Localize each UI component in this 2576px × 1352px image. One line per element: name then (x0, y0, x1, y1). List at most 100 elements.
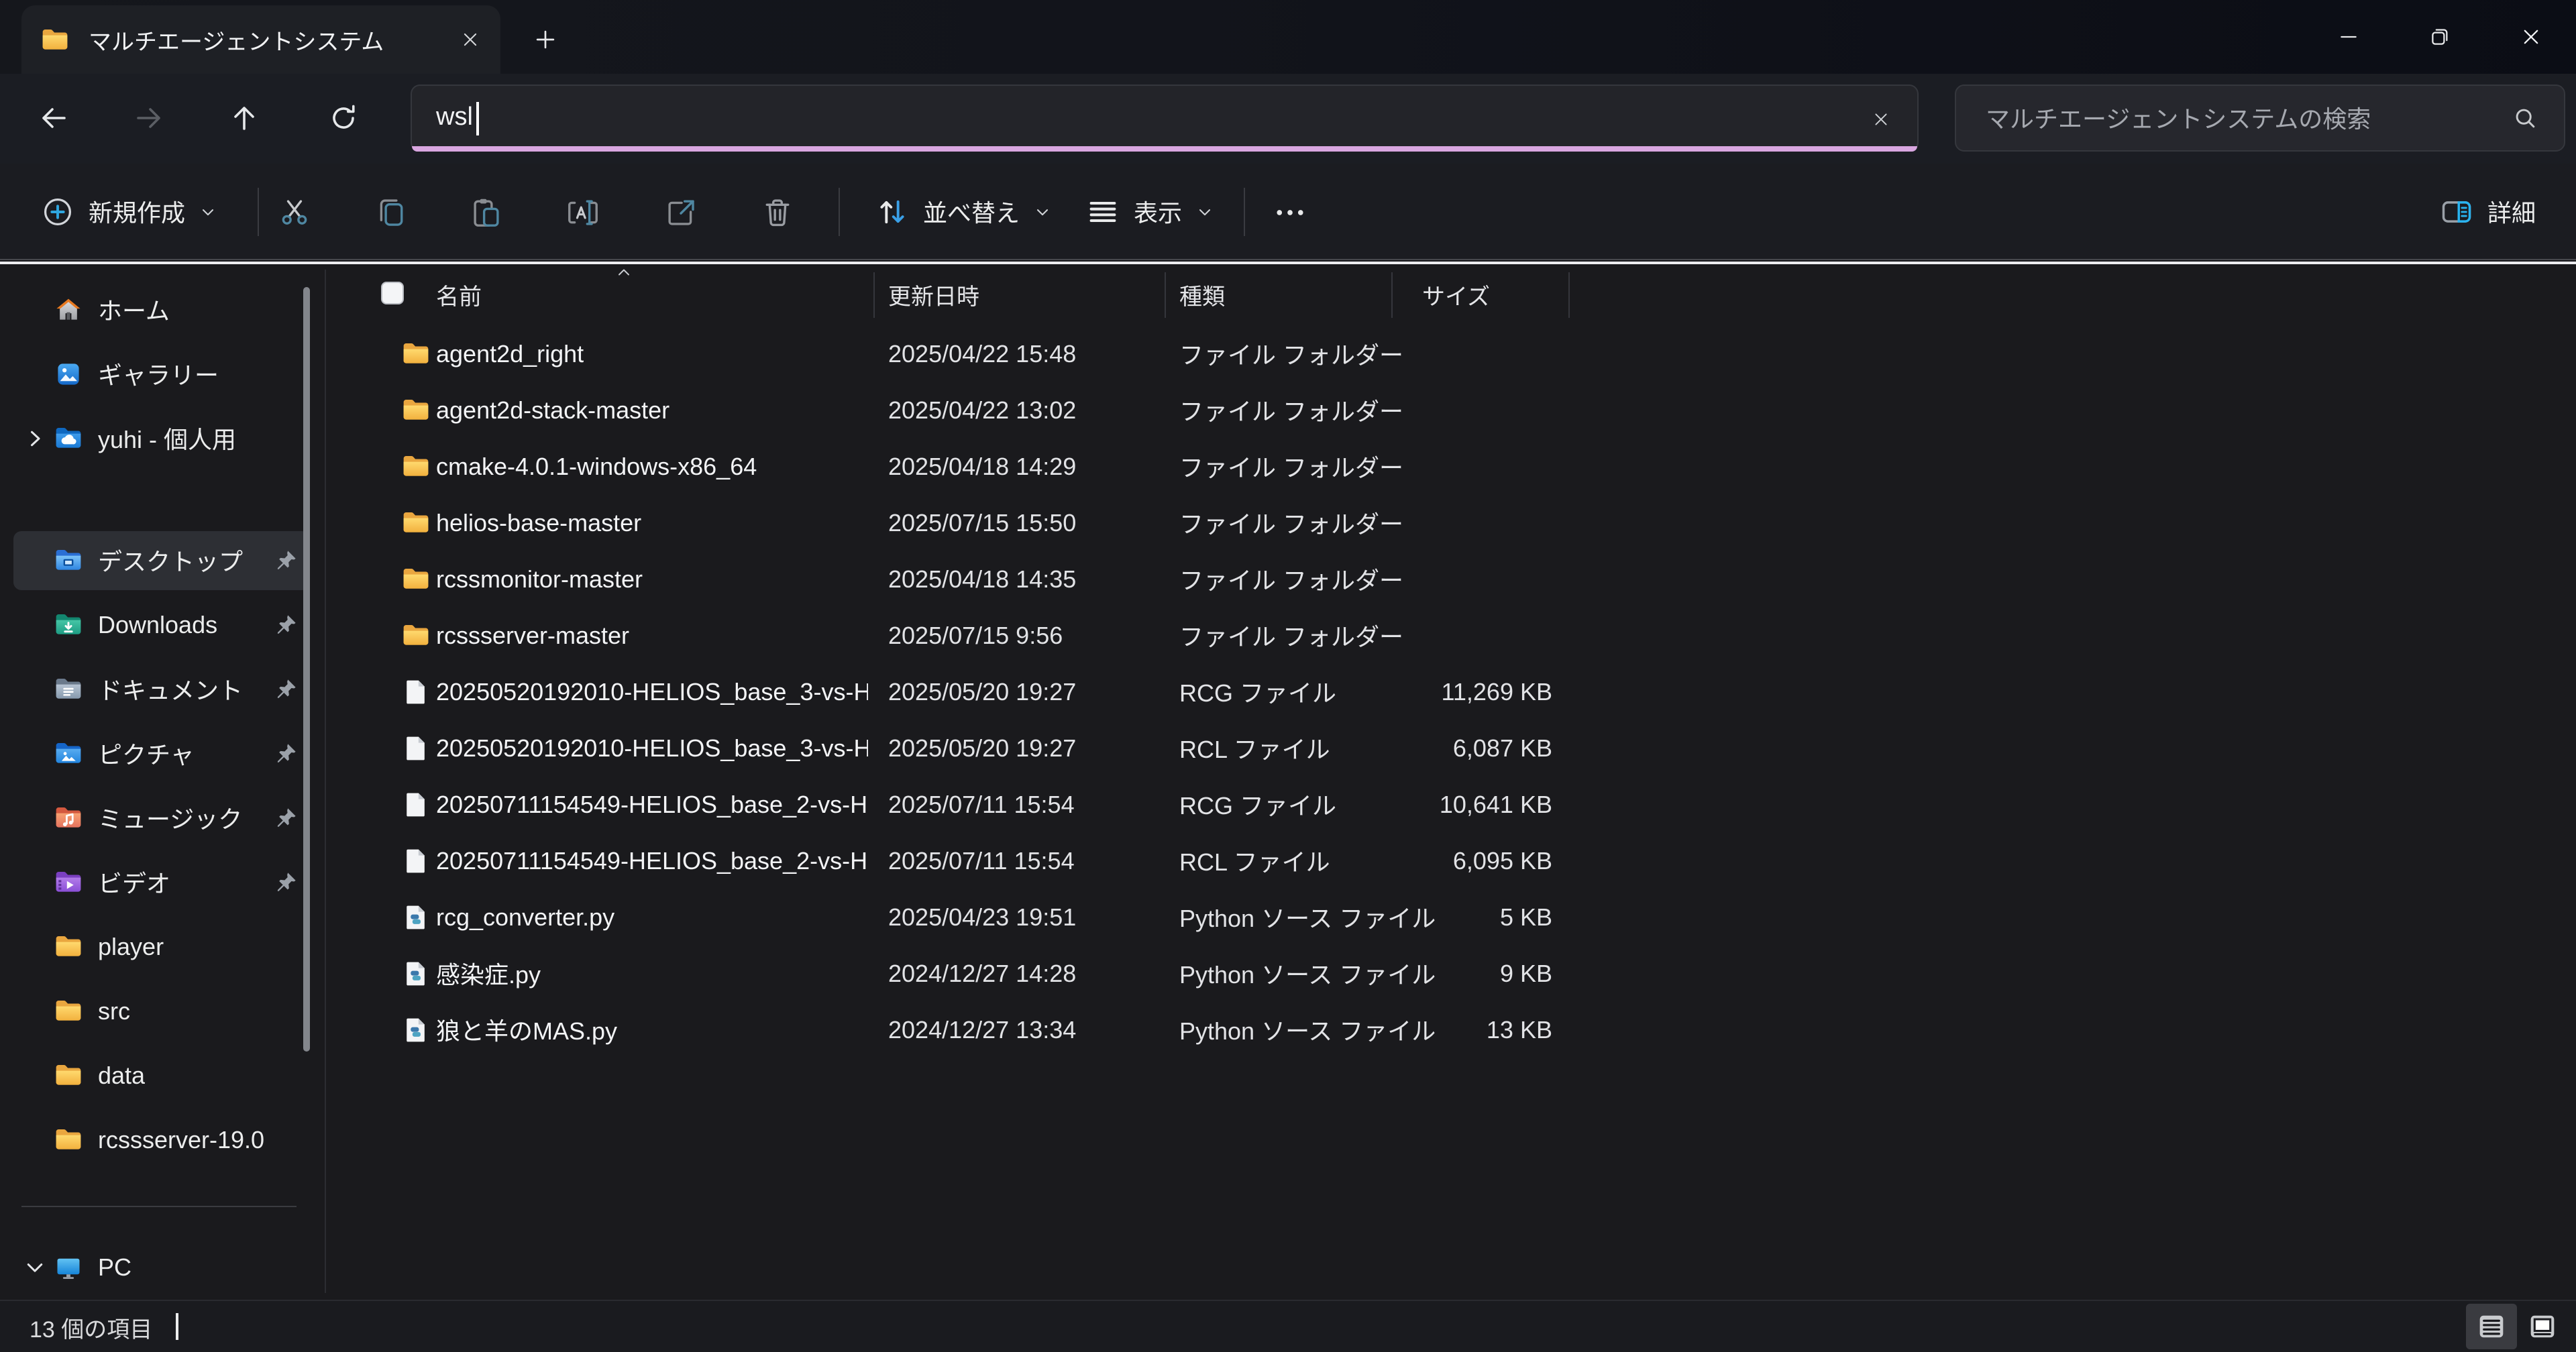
table-row[interactable]: 20250520192010-HELIOS_base_3-vs-H...2025… (329, 664, 2576, 720)
sidebar-item-onedrive-yuhi[interactable]: yuhi - 個人用 (13, 409, 310, 468)
refresh-button[interactable] (317, 91, 370, 145)
folder-icon (401, 339, 431, 369)
sidebar-item-label: ギャラリー (98, 345, 219, 404)
file-size (1348, 551, 1552, 608)
close-button[interactable] (2485, 0, 2576, 74)
sidebar-item-label: player (98, 917, 164, 976)
table-row[interactable]: rcg_converter.py2025/04/23 19:51Python ソ… (329, 889, 2576, 946)
new-button[interactable]: 新規作成 (21, 180, 236, 244)
table-row[interactable]: 20250520192010-HELIOS_base_3-vs-H...2025… (329, 720, 2576, 777)
forward-button[interactable] (122, 91, 176, 145)
sidebar-item-desktop[interactable]: デスクトップ (13, 531, 310, 590)
column-header-size[interactable]: サイズ (1422, 266, 1490, 322)
table-row[interactable]: agent2d-stack-master2025/04/22 13:02ファイル… (329, 382, 2576, 439)
file-size: 9 KB (1348, 946, 1552, 1002)
table-row[interactable]: 狼と羊のMAS.py2024/12/27 13:34Python ソース ファイ… (329, 1002, 2576, 1058)
cut-button[interactable] (263, 180, 325, 244)
content-area: ホームギャラリーyuhi - 個人用 デスクトップ Downloadsドキュメント… (0, 262, 2576, 1301)
explorer-tab[interactable]: マルチエージェントシステム (21, 5, 500, 74)
sidebar-item-src[interactable]: src (13, 982, 310, 1041)
view-button-label: 表示 (1134, 194, 1182, 229)
file-name: rcssmonitor-master (436, 551, 643, 608)
thumbnail-view-toggle[interactable] (2518, 1304, 2567, 1349)
copy-button[interactable] (360, 180, 421, 244)
rename-button[interactable] (551, 180, 613, 244)
sidebar-nav: ホームギャラリーyuhi - 個人用 デスクトップ Downloadsドキュメント… (0, 262, 329, 1301)
pin-icon (272, 547, 299, 574)
sidebar-item-gallery[interactable]: ギャラリー (13, 345, 310, 404)
file-date: 2024/12/27 14:28 (888, 946, 1076, 1002)
sidebar-item-downloads[interactable]: Downloads (13, 596, 310, 655)
chevron-right-icon[interactable] (23, 427, 47, 451)
column-header-date[interactable]: 更新日時 (888, 266, 979, 322)
file-size: 5 KB (1348, 889, 1552, 946)
delete-button[interactable] (746, 180, 808, 244)
toolbar-divider (1244, 188, 1245, 236)
file-date: 2025/04/22 15:48 (888, 326, 1076, 382)
list-view-icon (2474, 1309, 2509, 1344)
file-date: 2025/04/22 13:02 (888, 382, 1076, 439)
sidebar-item-pc[interactable]: PC (13, 1238, 310, 1297)
file-rows: agent2d_right2025/04/22 15:48ファイル フォルダーa… (329, 326, 2576, 1058)
sidebar-item-videos[interactable]: ビデオ (13, 853, 310, 912)
table-row[interactable]: cmake-4.0.1-windows-x86_642025/04/18 14:… (329, 439, 2576, 495)
column-separator[interactable] (1391, 272, 1393, 318)
column-header-name[interactable]: 名前 (436, 266, 482, 322)
back-button[interactable] (27, 91, 80, 145)
chevron-down-icon (1195, 203, 1214, 221)
up-button[interactable] (217, 91, 271, 145)
file-date: 2025/07/11 15:54 (888, 777, 1075, 833)
sidebar-item-rcssserver-19-0-0[interactable]: rcssserver-19.0.0 (13, 1111, 310, 1170)
tab-close-button[interactable] (449, 19, 490, 60)
clear-address-button[interactable] (1861, 99, 1901, 139)
sidebar-item-pictures[interactable]: ピクチャ (13, 724, 310, 783)
sidebar-scrollbar[interactable] (303, 287, 310, 1052)
view-button[interactable]: 表示 (1069, 180, 1230, 244)
column-header-type[interactable]: 種類 (1179, 266, 1225, 322)
paste-button[interactable] (455, 180, 517, 244)
sidebar-item-music[interactable]: ミュージック (13, 789, 310, 848)
restore-button[interactable] (2394, 0, 2485, 74)
python-file-icon (401, 903, 431, 932)
sidebar-item-documents[interactable]: ドキュメント (13, 660, 310, 719)
details-pane-button[interactable]: 詳細 (2423, 180, 2552, 244)
sidebar-item-player[interactable]: player (13, 917, 310, 976)
file-icon (401, 846, 431, 876)
sort-button[interactable]: 並べ替え (859, 180, 1068, 244)
table-row[interactable]: helios-base-master2025/07/15 15:50ファイル フ… (329, 495, 2576, 551)
search-input[interactable]: マルチエージェントシステムの検索 (1955, 84, 2565, 152)
table-row[interactable]: rcssmonitor-master2025/04/18 14:35ファイル フ… (329, 551, 2576, 608)
details-view-toggle[interactable] (2466, 1304, 2517, 1349)
table-row[interactable]: agent2d_right2025/04/22 15:48ファイル フォルダー (329, 326, 2576, 382)
minimize-button[interactable] (2302, 0, 2394, 74)
file-type: RCG ファイル (1179, 664, 1336, 720)
sidebar-item-label: ドキュメント (98, 660, 243, 719)
address-input[interactable]: wsl (411, 84, 1919, 152)
sidebar-item-data[interactable]: data (13, 1046, 310, 1105)
share-button[interactable] (649, 180, 711, 244)
table-row[interactable]: 20250711154549-HELIOS_base_2-vs-H...2025… (329, 833, 2576, 889)
chevron-down-icon[interactable] (23, 1255, 47, 1280)
table-row[interactable]: 感染症.py2024/12/27 14:28Python ソース ファイル9 K… (329, 946, 2576, 1002)
file-name: agent2d-stack-master (436, 382, 669, 439)
file-name: 感染症.py (436, 946, 541, 1002)
folder-icon (401, 452, 431, 482)
plus-circle-icon (40, 194, 75, 229)
file-list-pane: 名前 更新日時 種類 サイズ agent2d_right2025/04/22 1… (329, 262, 2576, 1301)
sidebar-item-home[interactable]: ホーム (13, 280, 310, 339)
table-row[interactable]: 20250711154549-HELIOS_base_2-vs-H...2025… (329, 777, 2576, 833)
file-date: 2025/04/18 14:35 (888, 551, 1076, 608)
more-options-button[interactable] (1258, 180, 1320, 244)
onedrive-folder-icon (54, 424, 83, 453)
select-all-checkbox[interactable] (381, 282, 404, 304)
new-tab-button[interactable] (521, 15, 569, 63)
column-separator[interactable] (873, 272, 875, 318)
column-separator[interactable] (1165, 272, 1166, 318)
file-size (1348, 608, 1552, 664)
folder-icon (40, 25, 70, 54)
column-separator[interactable] (1568, 272, 1570, 318)
file-size (1348, 326, 1552, 382)
table-row[interactable]: rcssserver-master2025/07/15 9:56ファイル フォル… (329, 608, 2576, 664)
file-name: helios-base-master (436, 495, 641, 551)
file-name: rcg_converter.py (436, 889, 614, 946)
